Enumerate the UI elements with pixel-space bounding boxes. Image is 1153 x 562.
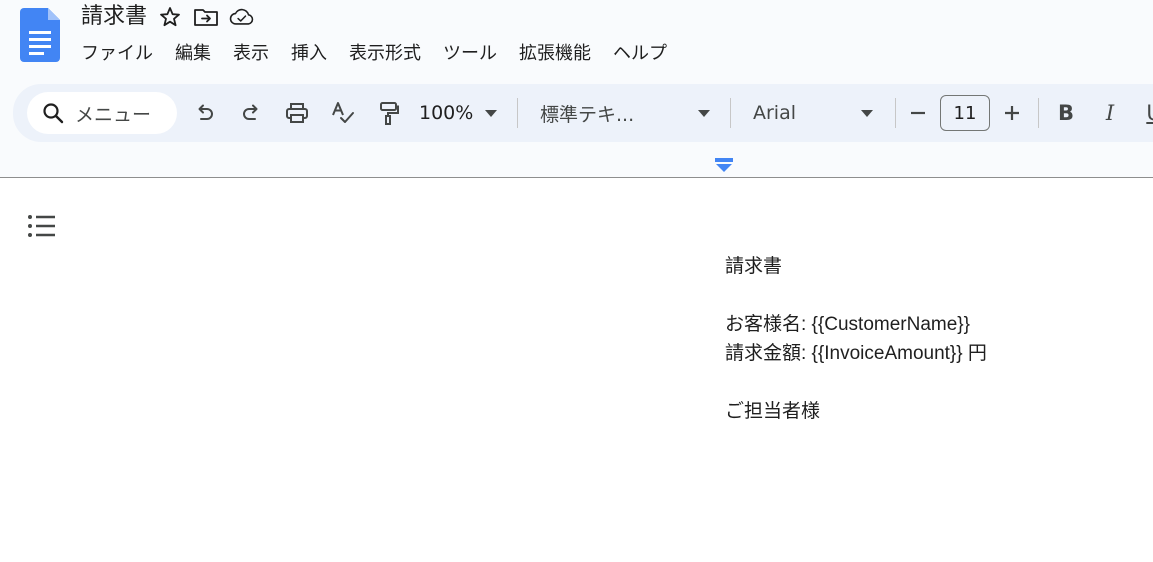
document-body[interactable]: 請求書 お客様名: {{CustomerName}} 請求金額: {{Invoi…	[725, 252, 987, 426]
menu-edit[interactable]: 編集	[164, 39, 222, 69]
menu-format[interactable]: 表示形式	[338, 39, 432, 69]
move-to-folder-icon[interactable]	[193, 4, 219, 30]
menu-insert[interactable]: 挿入	[280, 39, 338, 69]
title-row: 請求書	[81, 0, 255, 34]
document-page[interactable]: 請求書 お客様名: {{CustomerName}} 請求金額: {{Invoi…	[0, 178, 1153, 562]
toolbar-divider	[730, 98, 731, 128]
font-family-value: Arial	[753, 102, 797, 124]
menu-search-input[interactable]: メニュー	[75, 100, 151, 127]
font-size-input[interactable]: 11	[940, 95, 990, 131]
zoom-value: 100%	[419, 102, 474, 124]
menu-help[interactable]: ヘルプ	[602, 39, 678, 69]
document-title[interactable]: 請求書	[81, 2, 147, 32]
menu-view[interactable]: 表示	[222, 39, 280, 69]
indent-marker-icon[interactable]	[715, 158, 733, 174]
chevron-down-icon	[861, 109, 873, 117]
body-line: 請求金額: {{InvoiceAmount}} 円	[725, 343, 987, 364]
toolbar-divider	[1038, 98, 1039, 128]
body-line: お客様名: {{CustomerName}}	[725, 314, 970, 335]
search-icon	[43, 103, 64, 124]
toolbar-divider	[895, 98, 896, 128]
toolbar: メニュー 100% 標準テキ... Arial 11 B I	[13, 84, 1153, 142]
paint-format-icon	[380, 102, 399, 125]
body-line: ご担当者様	[725, 401, 821, 422]
print-button[interactable]	[279, 95, 315, 131]
menu-bar: ファイル 編集 表示 挿入 表示形式 ツール 拡張機能 ヘルプ	[70, 38, 678, 70]
undo-button[interactable]	[187, 95, 223, 131]
chevron-down-icon	[698, 109, 710, 117]
body-line	[725, 368, 987, 397]
zoom-select[interactable]: 100%	[419, 102, 497, 124]
cloud-saved-icon[interactable]	[229, 4, 255, 30]
underline-button[interactable]: U	[1139, 101, 1153, 125]
decrease-font-size-button[interactable]	[900, 95, 936, 131]
redo-button[interactable]	[233, 95, 269, 131]
paint-format-button[interactable]	[371, 95, 407, 131]
font-family-select[interactable]: Arial	[753, 102, 873, 124]
redo-icon	[243, 104, 258, 120]
star-icon[interactable]	[157, 4, 183, 30]
body-line: 請求書	[725, 256, 783, 277]
toolbar-divider	[517, 98, 518, 128]
chevron-down-icon	[485, 109, 497, 117]
menu-file[interactable]: ファイル	[70, 39, 164, 69]
spellcheck-button[interactable]	[325, 95, 361, 131]
undo-icon	[198, 104, 213, 120]
plus-icon	[1005, 106, 1019, 120]
increase-font-size-button[interactable]	[994, 95, 1030, 131]
body-line	[725, 281, 987, 310]
spellcheck-icon	[332, 102, 354, 123]
outline-list-icon[interactable]	[24, 210, 58, 244]
minus-icon	[911, 111, 925, 115]
menu-tools[interactable]: ツール	[432, 39, 508, 69]
ruler	[0, 150, 1153, 178]
bold-button[interactable]: B	[1051, 101, 1081, 125]
paragraph-style-value: 標準テキ...	[540, 103, 635, 126]
docs-app: 請求書 ファイル 編集 表示 挿入 表示形式 ツール 拡張機能 ヘルプ メニュー	[0, 0, 1153, 562]
docs-logo-icon[interactable]	[20, 8, 60, 62]
print-icon	[286, 103, 308, 123]
paragraph-style-select[interactable]: 標準テキ...	[540, 100, 710, 127]
italic-button[interactable]: I	[1095, 101, 1125, 125]
menu-extensions[interactable]: 拡張機能	[508, 39, 602, 69]
menu-search-box[interactable]: メニュー	[27, 92, 177, 134]
